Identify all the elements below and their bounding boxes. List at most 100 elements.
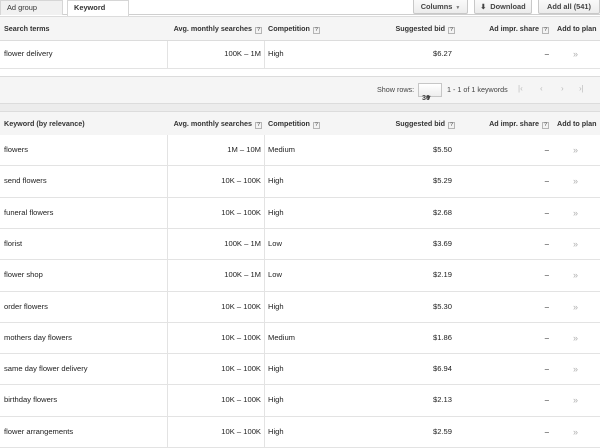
competition-cell: High — [268, 427, 284, 436]
help-icon[interactable]: ? — [312, 27, 320, 34]
pagination-bar: Show rows: 30 ▼ 1 - 1 of 1 keywords |‹ ‹ … — [0, 76, 600, 104]
keyword-cell: send flowers — [4, 176, 47, 185]
share-cell: – — [544, 208, 549, 217]
competition-cell: High — [268, 302, 284, 311]
help-icon[interactable]: ? — [542, 122, 549, 129]
help-icon[interactable]: ? — [312, 122, 320, 129]
keyword-cell: florist — [4, 239, 23, 248]
bid-cell: $2.59 — [432, 427, 452, 436]
col-ad-impr-share[interactable]: Ad impr. share? — [460, 17, 549, 41]
col-label: Ad impr. share — [489, 119, 539, 128]
add-to-plan-icon[interactable]: » — [573, 417, 578, 447]
add-to-plan-icon[interactable]: » — [573, 229, 578, 259]
add-to-plan-icon[interactable]: » — [573, 323, 578, 353]
col-label: Avg. monthly searches — [173, 119, 252, 128]
col-ad-impr-share[interactable]: Ad impr. share? — [460, 112, 549, 136]
add-to-plan-icon[interactable]: » — [573, 41, 578, 71]
prev-page-icon[interactable]: ‹ — [540, 84, 543, 93]
chevron-down-icon: ▼ — [455, 5, 461, 11]
column-divider — [167, 417, 168, 447]
competition-cell: High — [268, 364, 284, 373]
col-label: Suggested bid — [395, 119, 445, 128]
col-keyword-by-relevance[interactable]: Keyword (by relevance) — [4, 112, 85, 136]
add-to-plan-icon[interactable]: » — [573, 385, 578, 415]
add-to-plan-icon[interactable]: » — [573, 292, 578, 322]
column-divider — [167, 198, 168, 228]
col-label: Competition — [268, 24, 310, 33]
add-to-plan-icon[interactable]: » — [573, 260, 578, 290]
col-competition[interactable]: Competition? — [268, 17, 320, 41]
bid-cell: $5.29 — [432, 176, 452, 185]
competition-cell: Low — [268, 239, 282, 248]
competition-cell: High — [268, 208, 284, 217]
column-divider — [167, 323, 168, 353]
share-cell: – — [544, 270, 549, 279]
col-avg-monthly-searches[interactable]: Avg. monthly searches? — [150, 112, 262, 136]
download-label: Download — [490, 2, 526, 11]
share-cell: – — [544, 427, 549, 436]
column-divider — [167, 260, 168, 291]
column-divider — [264, 135, 265, 165]
col-suggested-bid[interactable]: Suggested bid? — [360, 112, 455, 136]
col-add-to-plan: Add to plan — [557, 24, 597, 33]
top-bar: Ad group ideas Keyword ideas Columns▼ ⬇D… — [0, 0, 600, 26]
next-page-icon[interactable]: › — [561, 84, 564, 93]
share-cell: – — [544, 364, 549, 373]
add-to-plan-icon[interactable]: » — [573, 198, 578, 228]
table-row: same day flower delivery 10K – 100K High $6… — [0, 354, 600, 385]
bid-cell: $5.50 — [432, 145, 452, 154]
column-divider — [264, 292, 265, 322]
tab-ad-group-ideas[interactable]: Ad group ideas — [0, 0, 63, 26]
add-to-plan-icon[interactable]: » — [573, 166, 578, 196]
search-terms-header: Search terms Avg. monthly searches? Comp… — [0, 16, 600, 41]
col-add-to-plan: Add to plan — [557, 119, 597, 128]
bid-cell: $2.68 — [432, 208, 452, 217]
help-icon[interactable]: ? — [448, 122, 455, 129]
column-divider — [167, 385, 168, 416]
table-row: mothers day flowers 10K – 100K Medium $1.86… — [0, 323, 600, 354]
show-rows-label: Show rows: — [377, 85, 415, 94]
column-divider — [264, 323, 265, 353]
add-to-plan-icon[interactable]: » — [573, 354, 578, 384]
column-divider — [264, 260, 265, 291]
add-all-button[interactable]: Add all (541) — [538, 0, 600, 14]
tab-keyword-ideas[interactable]: Keyword ideas — [67, 0, 129, 26]
competition-cell: High — [268, 176, 284, 185]
col-suggested-bid[interactable]: Suggested bid? — [360, 17, 455, 41]
rows-per-page-select[interactable]: 30 ▼ — [418, 83, 442, 102]
column-divider — [264, 385, 265, 416]
column-divider — [167, 166, 168, 197]
first-page-icon[interactable]: |‹ — [518, 84, 523, 93]
column-divider — [167, 41, 168, 69]
last-page-icon[interactable]: ›| — [579, 84, 584, 93]
keyword-cell: mothers day flowers — [4, 333, 72, 342]
help-icon[interactable]: ? — [255, 27, 262, 34]
download-button[interactable]: ⬇ Download — [474, 0, 532, 14]
column-divider — [167, 354, 168, 384]
section-divider — [0, 104, 600, 111]
help-icon[interactable]: ? — [255, 122, 262, 129]
column-divider — [264, 41, 265, 69]
bid-cell: $2.19 — [432, 270, 452, 279]
share-cell: – — [544, 176, 549, 185]
column-divider — [264, 198, 265, 228]
help-icon[interactable]: ? — [542, 27, 549, 34]
column-divider — [167, 135, 168, 165]
add-to-plan-icon[interactable]: » — [573, 135, 578, 165]
bid-cell: $1.86 — [432, 333, 452, 342]
col-competition[interactable]: Competition? — [268, 112, 320, 136]
column-divider — [264, 417, 265, 447]
bid-cell: $3.69 — [432, 239, 452, 248]
help-icon[interactable]: ? — [448, 27, 455, 34]
col-search-terms[interactable]: Search terms — [4, 17, 50, 41]
bid-cell: $2.13 — [432, 395, 452, 404]
keyword-cell: funeral flowers — [4, 208, 54, 217]
table-row: flower arrangements 10K – 100K High $2.59–» — [0, 417, 600, 448]
keyword-cell: flowers — [4, 145, 29, 154]
table-row: flower delivery 100K – 1M High $6.27 – » — [0, 41, 600, 69]
columns-button[interactable]: Columns ▼ — [413, 0, 468, 14]
col-avg-monthly-searches[interactable]: Avg. monthly searches? — [150, 17, 262, 41]
table-row: birthday flowers 10K – 100K High $2.13–» — [0, 385, 600, 417]
competition-cell: Medium — [268, 333, 296, 342]
bid-cell: $6.27 — [432, 49, 452, 58]
